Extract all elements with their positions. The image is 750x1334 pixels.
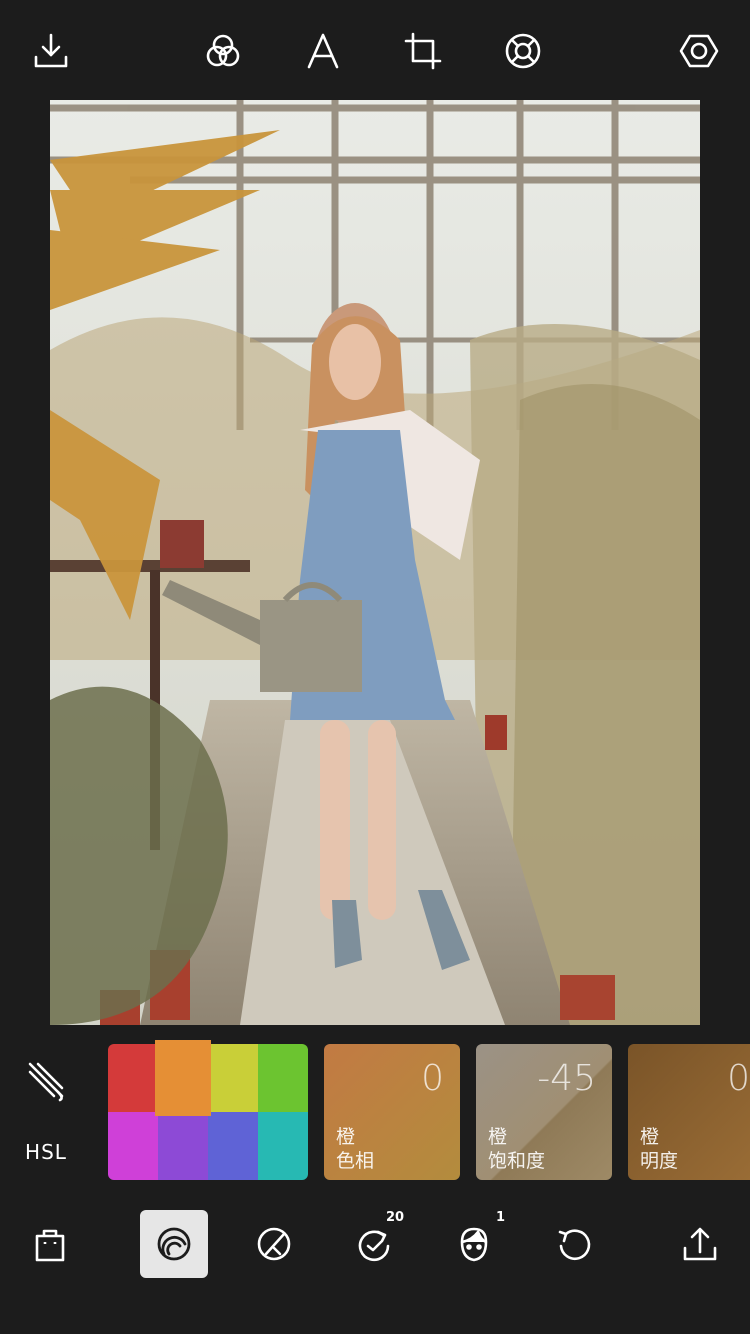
face-icon[interactable]: 1 bbox=[440, 1210, 508, 1278]
hsl-tool-icon[interactable] bbox=[140, 1210, 208, 1278]
hsl-color-swatches bbox=[108, 1040, 308, 1180]
photo-image bbox=[50, 100, 700, 1025]
top-toolbar bbox=[0, 0, 750, 100]
redo-badge: 20 bbox=[386, 1210, 405, 1225]
shopping-bag-icon[interactable] bbox=[16, 1210, 84, 1278]
crop-icon[interactable] bbox=[400, 28, 446, 74]
photo-canvas[interactable] bbox=[50, 100, 700, 1025]
swatch-magenta[interactable] bbox=[108, 1112, 158, 1180]
saturation-value: -45 bbox=[537, 1058, 596, 1099]
hue-value: 0 bbox=[421, 1058, 444, 1099]
swatch-yellow[interactable] bbox=[208, 1044, 258, 1112]
swatch-purple[interactable] bbox=[158, 1112, 208, 1180]
swatch-red[interactable] bbox=[108, 1044, 158, 1112]
lightness-card[interactable]: 0 橙 明度 bbox=[628, 1044, 750, 1180]
lightness-color-name: 橙 bbox=[640, 1126, 660, 1148]
filters-icon[interactable] bbox=[200, 28, 246, 74]
download-icon[interactable] bbox=[28, 28, 74, 74]
hue-property: 色相 bbox=[336, 1150, 375, 1172]
saturation-property: 饱和度 bbox=[488, 1150, 546, 1172]
lightness-property: 明度 bbox=[640, 1150, 679, 1172]
face-badge: 1 bbox=[496, 1210, 506, 1225]
lifebuoy-icon[interactable] bbox=[500, 28, 546, 74]
settings-icon[interactable] bbox=[676, 28, 722, 74]
retouch-icon[interactable] bbox=[240, 1210, 308, 1278]
undo-icon[interactable] bbox=[540, 1210, 608, 1278]
saturation-color-name: 橙 bbox=[488, 1126, 508, 1148]
swatch-orange-selected[interactable] bbox=[155, 1040, 211, 1116]
swatch-cyan[interactable] bbox=[258, 1112, 308, 1180]
text-icon[interactable] bbox=[300, 28, 346, 74]
share-icon[interactable] bbox=[666, 1210, 734, 1278]
hue-card[interactable]: 0 橙 色相 bbox=[324, 1044, 460, 1180]
brush-stroke-icon[interactable] bbox=[24, 1058, 70, 1104]
swatch-green[interactable] bbox=[258, 1044, 308, 1112]
saturation-card[interactable]: -45 橙 饱和度 bbox=[476, 1044, 612, 1180]
hsl-side-panel: HSL bbox=[0, 1040, 100, 1180]
redo-count-icon[interactable]: 20 bbox=[340, 1210, 408, 1278]
swatch-blue[interactable] bbox=[208, 1112, 258, 1180]
hue-color-name: 橙 bbox=[336, 1126, 356, 1148]
bottom-toolbar: 20 1 bbox=[0, 1200, 750, 1334]
hsl-label: HSL bbox=[25, 1140, 67, 1164]
lightness-value: 0 bbox=[727, 1058, 750, 1099]
